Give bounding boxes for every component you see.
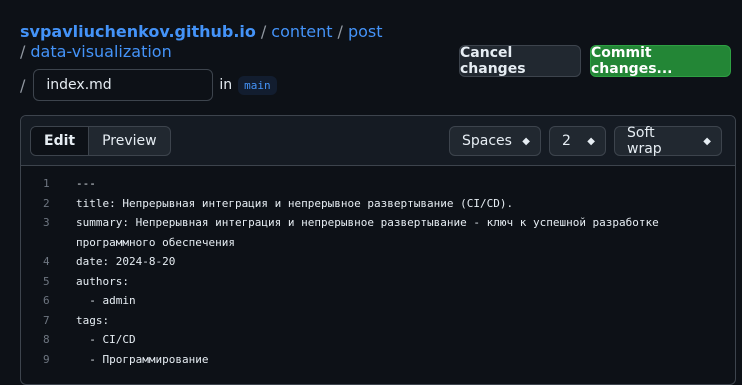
breadcrumb-separator: / <box>20 42 26 61</box>
code-line[interactable]: 9 - Программирование <box>21 350 735 370</box>
line-number: 4 <box>43 255 50 268</box>
branch-badge: main <box>238 75 277 95</box>
wrap-mode-value: Soft wrap <box>627 125 662 157</box>
select-arrows-icon: ◆ <box>587 135 595 147</box>
indent-size-value: 2 <box>562 133 571 149</box>
breadcrumb-repo-link[interactable]: svpavliuchenkov.github.io <box>20 22 256 42</box>
tab-preview[interactable]: Preview <box>89 127 170 155</box>
breadcrumb-data-visualization-link[interactable]: data-visualization <box>30 42 171 62</box>
filename-input[interactable] <box>33 69 214 101</box>
line-text: title: Непрерывная интеграция и непрерыв… <box>76 196 514 210</box>
tab-edit[interactable]: Edit <box>31 127 90 155</box>
breadcrumb-post-link[interactable]: post <box>348 22 383 42</box>
line-text: - admin <box>76 294 136 307</box>
in-label: in <box>219 77 233 93</box>
commit-changes-button[interactable]: Commit changes... <box>590 45 731 77</box>
breadcrumb-separator: / <box>20 75 26 95</box>
line-text: программного обеспечения <box>76 235 235 249</box>
code-line[interactable]: 3 summary: Непрерывная интеграция и непре… <box>21 213 735 233</box>
line-text: authors: <box>76 274 129 288</box>
breadcrumb-separator: / <box>337 22 343 41</box>
line-text: summary: Непрерывная интеграция и непрер… <box>76 216 659 229</box>
breadcrumb: svpavliuchenkov.github.io / content / po… <box>20 22 420 62</box>
select-arrows-icon: ◆ <box>703 135 711 147</box>
code-line[interactable]: 4 date: 2024-8-20 <box>21 252 735 272</box>
indent-mode-select[interactable]: Spaces ◆ <box>449 126 541 156</box>
line-number: 7 <box>43 313 50 327</box>
breadcrumb-separator: / <box>260 22 267 41</box>
breadcrumb-content-link[interactable]: content <box>271 22 332 42</box>
code-line[interactable]: 8 - CI/CD <box>21 330 735 350</box>
cancel-changes-button[interactable]: Cancel changes <box>459 45 581 77</box>
line-number: 3 <box>43 216 50 229</box>
line-number <box>21 233 76 253</box>
line-text: - CI/CD <box>76 333 136 346</box>
line-number: 5 <box>43 274 50 288</box>
line-text: --- <box>76 177 96 190</box>
code-line[interactable]: 7 tags: <box>21 311 735 331</box>
select-arrows-icon: ◆ <box>522 135 530 147</box>
indent-size-select[interactable]: 2 ◆ <box>549 126 606 156</box>
line-text: - Программирование <box>76 352 209 366</box>
wrap-mode-select[interactable]: Soft wrap ◆ <box>614 125 722 157</box>
file-editor: Edit Preview Spaces ◆ 2 ◆ Soft wrap ◆ 1 -… <box>20 115 736 385</box>
line-text: tags: <box>76 313 110 327</box>
line-number: 9 <box>43 352 50 366</box>
filename-row: / in main <box>20 69 277 101</box>
editor-tabs: Edit Preview <box>30 126 171 156</box>
editor-toolbar: Edit Preview Spaces ◆ 2 ◆ Soft wrap ◆ <box>21 116 735 166</box>
code-line[interactable]: 5 authors: <box>21 272 735 292</box>
line-number: 2 <box>43 196 50 210</box>
code-area[interactable]: 1 --- 2 title: Непрерывная интеграция и неп… <box>21 166 735 369</box>
line-text: date: 2024-8-20 <box>76 255 176 268</box>
code-line[interactable]: 1 --- <box>21 174 735 194</box>
line-number: 6 <box>43 294 50 307</box>
indent-mode-value: Spaces <box>462 133 512 149</box>
code-line[interactable]: программного обеспечения <box>21 233 735 253</box>
line-number: 1 <box>43 177 50 190</box>
code-line[interactable]: 6 - admin <box>21 291 735 311</box>
code-line[interactable]: 2 title: Непрерывная интеграция и непреры… <box>21 194 735 214</box>
line-number: 8 <box>43 333 50 346</box>
